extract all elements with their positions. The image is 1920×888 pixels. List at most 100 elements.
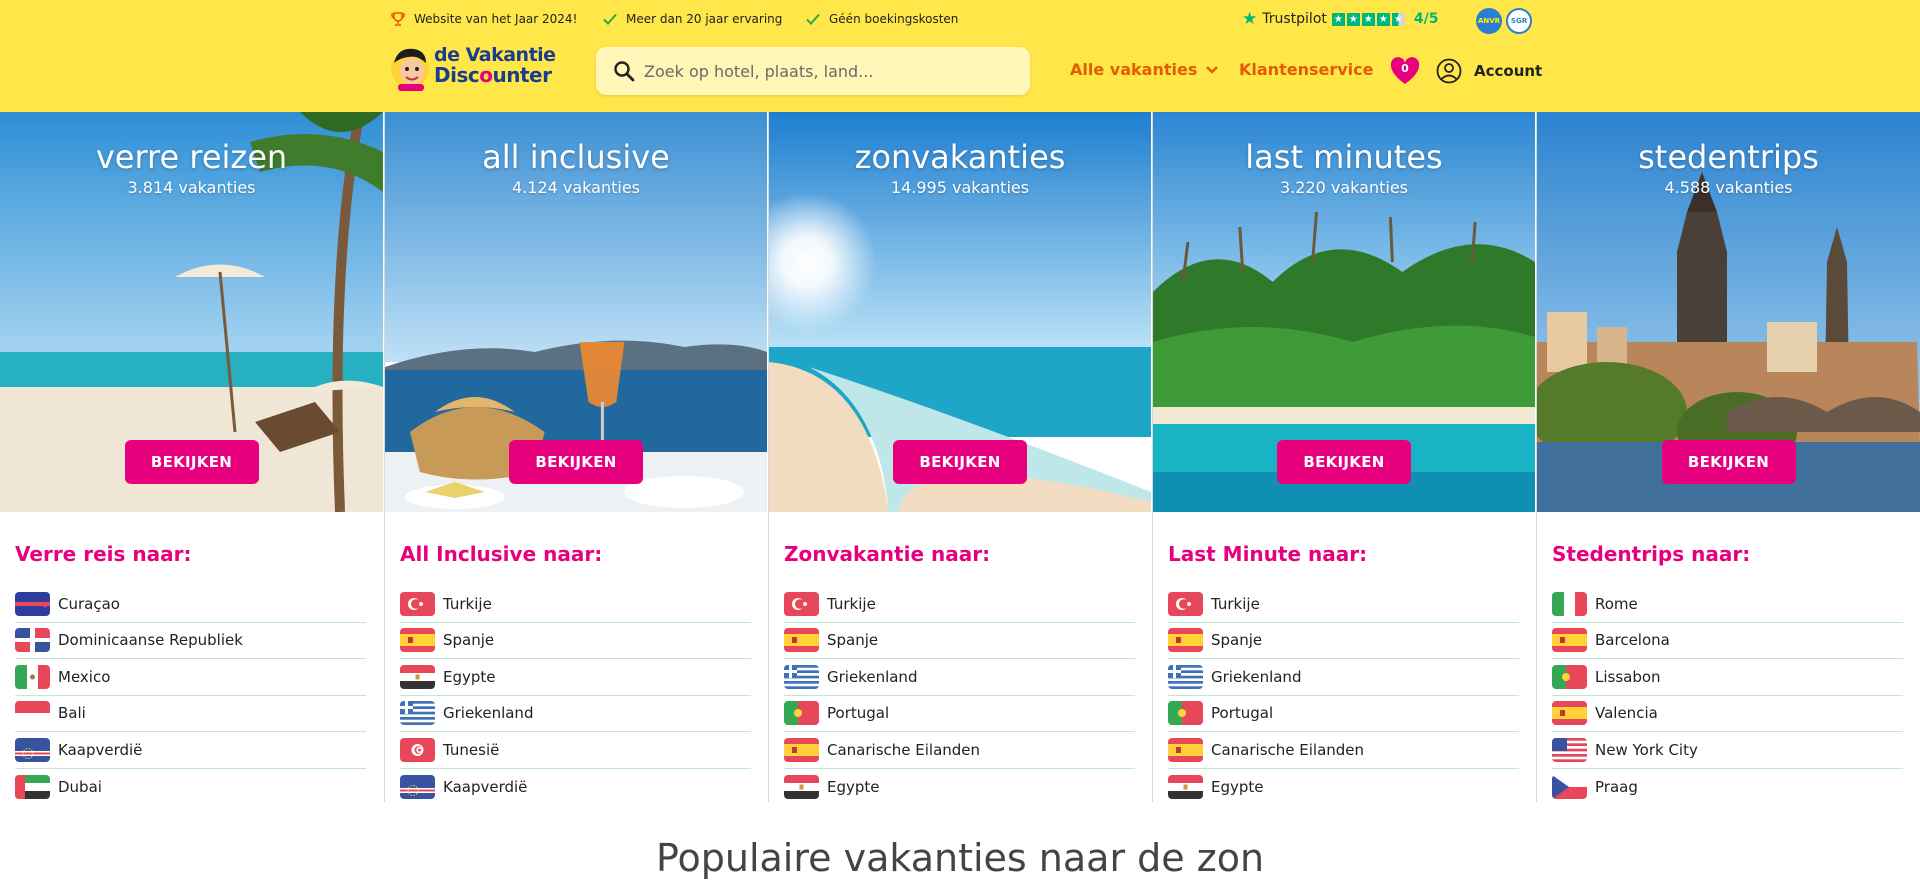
destination-item[interactable]: Canarische Eilanden bbox=[1168, 732, 1519, 769]
view-button[interactable]: BEKIJKEN bbox=[1277, 440, 1411, 484]
favorites-count: 0 bbox=[1401, 62, 1409, 75]
trustpilot-stars: ★ ★ ★ ★ ★ bbox=[1331, 12, 1405, 26]
spain-flag-icon bbox=[784, 737, 819, 762]
destination-item[interactable]: Kaapverdië bbox=[400, 769, 751, 806]
section-title: Populaire vakanties naar de zon bbox=[655, 836, 1265, 880]
site-header: Website van het Jaar 2024! Meer dan 20 j… bbox=[0, 0, 1920, 112]
destination-list: Turkije Spanje Griekenland Portugal Cana… bbox=[1168, 586, 1519, 805]
destinations-heading: Verre reis naar: bbox=[15, 542, 192, 566]
hero-card[interactable]: all inclusive 4.124 vakanties BEKIJKEN bbox=[385, 112, 767, 512]
destination-item[interactable]: Egypte bbox=[784, 769, 1135, 806]
destination-item[interactable]: Spanje bbox=[400, 623, 751, 659]
destination-item[interactable]: Griekenland bbox=[1168, 659, 1519, 696]
destination-item[interactable]: Valencia bbox=[1552, 696, 1903, 732]
destination-item[interactable]: Dubai bbox=[15, 769, 366, 806]
destination-item[interactable]: Turkije bbox=[400, 586, 751, 623]
destination-name: Spanje bbox=[443, 631, 495, 650]
destination-item[interactable]: Egypte bbox=[1168, 769, 1519, 806]
destination-name: Tunesië bbox=[443, 740, 500, 759]
logo-line-2b: o bbox=[479, 63, 493, 87]
destination-item[interactable]: Turkije bbox=[784, 586, 1135, 623]
destination-name: Griekenland bbox=[827, 667, 918, 686]
account-link[interactable]: Account bbox=[1474, 62, 1542, 80]
view-button[interactable]: BEKIJKEN bbox=[893, 440, 1027, 484]
destination-item[interactable]: Spanje bbox=[784, 623, 1135, 659]
curacao-flag-icon bbox=[15, 591, 50, 616]
category-column-all-inclusive: all inclusive 4.124 vakanties BEKIJKEN A… bbox=[384, 112, 767, 802]
cape-verde-flag-icon bbox=[400, 774, 435, 799]
destination-item[interactable]: Canarische Eilanden bbox=[784, 732, 1135, 769]
category-column-zonvakanties: zonvakanties 14.995 vakanties BEKIJKEN Z… bbox=[768, 112, 1151, 802]
site-logo[interactable]: de Vakantie Discounter bbox=[388, 43, 560, 93]
destination-list: Curaçao Dominicaanse Republiek Mexico Ba… bbox=[15, 586, 366, 805]
destination-name: Spanje bbox=[1211, 631, 1263, 650]
destination-item[interactable]: Egypte bbox=[400, 659, 751, 696]
destination-item[interactable]: Rome bbox=[1552, 586, 1903, 623]
turkey-flag-icon bbox=[1168, 591, 1203, 616]
nav-customer-service[interactable]: Klantenservice bbox=[1239, 60, 1373, 79]
egypt-flag-icon bbox=[400, 664, 435, 689]
usp-item: Meer dan 20 jaar ervaring bbox=[602, 11, 782, 27]
portugal-flag-icon bbox=[1552, 664, 1587, 689]
category-title: last minutes bbox=[1245, 138, 1443, 176]
favorites-button[interactable]: 0 bbox=[1390, 57, 1420, 85]
spain-flag-icon bbox=[784, 628, 819, 653]
dominican-republic-flag-icon bbox=[15, 628, 50, 653]
destination-item[interactable]: Praag bbox=[1552, 769, 1903, 806]
rating-star-icon: ★ bbox=[1361, 12, 1375, 26]
destinations-heading: Zonvakantie naar: bbox=[784, 542, 991, 566]
category-title: verre reizen bbox=[95, 138, 288, 176]
destination-item[interactable]: Portugal bbox=[784, 696, 1135, 732]
category-column-last-minutes: last minutes 3.220 vakanties BEKIJKEN La… bbox=[1152, 112, 1535, 802]
turkey-flag-icon bbox=[784, 591, 819, 616]
spain-flag-icon bbox=[1168, 737, 1203, 762]
category-title: zonvakanties bbox=[854, 138, 1066, 176]
hero-card[interactable]: verre reizen 3.814 vakanties BEKIJKEN bbox=[0, 112, 383, 512]
view-button[interactable]: BEKIJKEN bbox=[124, 440, 259, 484]
destination-item[interactable]: Bali bbox=[15, 696, 366, 732]
category-count: 4.124 vakanties bbox=[512, 178, 640, 197]
destination-item[interactable]: Barcelona bbox=[1552, 623, 1903, 659]
logo-line-1: de Vakantie bbox=[434, 44, 556, 66]
destination-item[interactable]: Griekenland bbox=[400, 696, 751, 732]
destination-name: Egypte bbox=[827, 777, 880, 796]
anvr-logo: ANVR bbox=[1476, 8, 1502, 34]
user-icon[interactable] bbox=[1436, 58, 1462, 84]
destination-item[interactable]: Griekenland bbox=[784, 659, 1135, 696]
trustpilot-rating[interactable]: ★ Trustpilot ★ ★ ★ ★ ★ 4/5 bbox=[1242, 9, 1439, 29]
checkmark-icon bbox=[806, 13, 820, 25]
rating-half-star-icon: ★ bbox=[1391, 12, 1405, 26]
destination-item[interactable]: Lissabon bbox=[1552, 659, 1903, 696]
spain-flag-icon bbox=[1552, 701, 1587, 726]
destination-name: Lissabon bbox=[1595, 667, 1661, 686]
nav-all-vacations[interactable]: Alle vakanties bbox=[1070, 60, 1219, 79]
hero-card[interactable]: stedentrips 4.588 vakanties BEKIJKEN bbox=[1537, 112, 1920, 512]
destination-item[interactable]: Curaçao bbox=[15, 586, 366, 623]
nav-all-vacations-label: Alle vakanties bbox=[1070, 60, 1198, 79]
uae-flag-icon bbox=[15, 774, 50, 799]
destination-item[interactable]: Spanje bbox=[1168, 623, 1519, 659]
destination-item[interactable]: Kaapverdië bbox=[15, 732, 366, 769]
destination-item[interactable]: Mexico bbox=[15, 659, 366, 696]
destination-item[interactable]: Dominicaanse Republiek bbox=[15, 623, 366, 659]
hero-card[interactable]: zonvakanties 14.995 vakanties BEKIJKEN bbox=[769, 112, 1151, 512]
destinations-heading: All Inclusive naar: bbox=[400, 542, 603, 566]
view-button[interactable]: BEKIJKEN bbox=[509, 440, 643, 484]
destinations-heading: Stedentrips naar: bbox=[1552, 542, 1751, 566]
usp-item: Website van het Jaar 2024! bbox=[390, 11, 577, 27]
destination-name: Portugal bbox=[827, 704, 890, 723]
destination-item[interactable]: New York City bbox=[1552, 732, 1903, 769]
destination-name: Kaapverdië bbox=[443, 777, 528, 796]
trustpilot-label: Trustpilot bbox=[1262, 11, 1327, 27]
search-icon[interactable] bbox=[612, 59, 636, 83]
destination-name: Dominicaanse Republiek bbox=[58, 631, 243, 650]
destination-item[interactable]: Portugal bbox=[1168, 696, 1519, 732]
hero-card[interactable]: last minutes 3.220 vakanties BEKIJKEN bbox=[1153, 112, 1535, 512]
destination-item[interactable]: Turkije bbox=[1168, 586, 1519, 623]
usp-label: Géén boekingskosten bbox=[829, 12, 959, 26]
destination-name: Egypte bbox=[443, 667, 496, 686]
destination-item[interactable]: Tunesië bbox=[400, 732, 751, 769]
search-input[interactable] bbox=[644, 47, 1014, 95]
view-button[interactable]: BEKIJKEN bbox=[1661, 440, 1796, 484]
destination-name: Barcelona bbox=[1595, 631, 1670, 650]
